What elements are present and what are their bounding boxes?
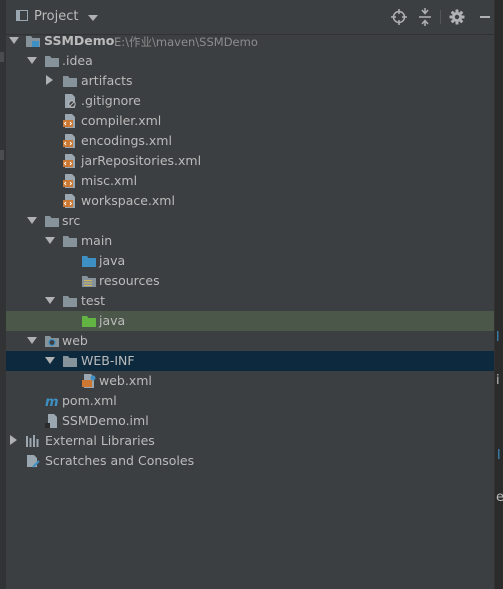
- tree-node-compiler-xml[interactable]: compiler.xml: [6, 111, 494, 131]
- web-xml-file-icon: [82, 374, 96, 388]
- expand-arrow-icon[interactable]: [45, 237, 55, 244]
- tree-node-label: test: [81, 293, 106, 308]
- xml-file-icon: [63, 194, 75, 208]
- tree-node-scratches[interactable]: Scratches and Consoles: [6, 451, 494, 471]
- tree-node-label: .gitignore: [81, 93, 141, 108]
- xml-file-icon: [63, 154, 75, 168]
- tree-node-label: workspace.xml: [81, 193, 175, 208]
- editor-fragment: i: [496, 373, 500, 388]
- folder-icon: [63, 236, 77, 247]
- folder-icon: [45, 56, 59, 67]
- library-icon: [26, 435, 39, 447]
- tree-node-label: main: [81, 233, 113, 248]
- tree-node-src[interactable]: src: [6, 211, 494, 231]
- tree-node-main[interactable]: main: [6, 231, 494, 251]
- maven-icon: m: [45, 395, 59, 408]
- xml-file-icon: [63, 134, 75, 148]
- strip-marker: [0, 150, 4, 160]
- tree-node-ssmdemo[interactable]: SSMDemo E:\作业\maven\SSMDemo: [6, 31, 494, 51]
- strip-marker: [0, 52, 4, 62]
- editor-fragment: l: [497, 448, 501, 463]
- tree-node-label: WEB-INF: [81, 353, 135, 368]
- tree-node-label: web: [62, 333, 88, 348]
- tree-node-ssmdemo-iml[interactable]: SSMDemo.iml: [6, 411, 494, 431]
- tree-node-label: External Libraries: [45, 433, 155, 448]
- project-path: E:\作业\maven\SSMDemo: [114, 35, 258, 49]
- tree-node-label: jarRepositories.xml: [81, 153, 202, 168]
- tree-node-label: java: [99, 253, 126, 268]
- tree-node-label: pom.xml: [62, 393, 117, 408]
- tree-node-label: SSMDemo.iml: [62, 413, 149, 428]
- tree-node-pom-xml[interactable]: m pom.xml: [6, 391, 494, 411]
- tree-node-encodings-xml[interactable]: encodings.xml: [6, 131, 494, 151]
- minimize-icon[interactable]: [476, 8, 494, 26]
- collapse-arrow-icon[interactable]: [10, 435, 17, 445]
- tree-node-resources[interactable]: resources: [6, 271, 494, 291]
- editor-edge: l i l e: [494, 0, 503, 589]
- tree-node-web[interactable]: web: [6, 331, 494, 351]
- tree-node-label: .idea: [62, 53, 93, 68]
- tree-node-label: artifacts: [81, 73, 133, 88]
- tree-node-gitignore[interactable]: .gitignore: [6, 91, 494, 111]
- gear-icon[interactable]: [448, 8, 466, 26]
- tree-node-main-java[interactable]: java: [6, 251, 494, 271]
- ignore-file-icon: [65, 94, 76, 108]
- tree-node-artifacts[interactable]: artifacts: [6, 71, 494, 91]
- expand-arrow-icon[interactable]: [9, 37, 19, 44]
- folder-icon: [63, 296, 77, 307]
- project-toolwindow-header: Project: [6, 0, 494, 35]
- scratches-icon: [27, 455, 40, 468]
- header-separator: [440, 10, 441, 24]
- web-folder-icon: [45, 336, 59, 347]
- chevron-down-icon[interactable]: [88, 15, 98, 21]
- svg-text:m: m: [45, 395, 59, 408]
- tree-node-label: web.xml: [99, 373, 152, 388]
- folder-icon: [63, 76, 77, 87]
- expand-arrow-icon[interactable]: [27, 217, 37, 224]
- tree-node-label: encodings.xml: [81, 133, 172, 148]
- tree-node-web-inf[interactable]: WEB-INF: [6, 351, 494, 371]
- locate-file-icon[interactable]: [390, 8, 408, 26]
- tree-node-external-libraries[interactable]: External Libraries: [6, 431, 494, 451]
- tree-node-test-java[interactable]: java: [6, 311, 494, 331]
- expand-arrow-icon[interactable]: [27, 57, 37, 64]
- folder-icon: [63, 356, 77, 367]
- expand-arrow-icon[interactable]: [45, 357, 55, 364]
- editor-fragment: l: [496, 330, 500, 345]
- expand-arrow-icon[interactable]: [27, 337, 37, 344]
- tree-node-misc-xml[interactable]: misc.xml: [6, 171, 494, 191]
- tree-node-label: resources: [99, 273, 160, 288]
- tree-node-label: SSMDemo: [44, 33, 115, 48]
- module-file-icon: [45, 414, 57, 428]
- tree-node-label: java: [99, 313, 126, 328]
- xml-file-icon: [63, 114, 75, 128]
- collapse-arrow-icon[interactable]: [46, 75, 53, 85]
- tree-node-label: Scratches and Consoles: [45, 453, 195, 468]
- xml-file-icon: [63, 174, 75, 188]
- folder-icon: [45, 216, 59, 227]
- tree-node-label: compiler.xml: [81, 113, 162, 128]
- collapse-all-icon[interactable]: [416, 8, 434, 26]
- tree-node-jarrepositories-xml[interactable]: jarRepositories.xml: [6, 151, 494, 171]
- expand-arrow-icon[interactable]: [45, 297, 55, 304]
- tree-node-test[interactable]: test: [6, 291, 494, 311]
- editor-fragment: e: [496, 490, 503, 505]
- module-folder-icon: [26, 36, 40, 47]
- project-view-icon: [16, 10, 28, 21]
- tree-node-workspace-xml[interactable]: workspace.xml: [6, 191, 494, 211]
- tree-node-label: misc.xml: [81, 173, 138, 188]
- resources-folder-icon: [82, 276, 96, 287]
- tree-node-idea[interactable]: .idea: [6, 51, 494, 71]
- source-folder-icon: [82, 256, 96, 267]
- tree-node-web-xml[interactable]: web.xml: [6, 371, 494, 391]
- tree-node-label: src: [62, 213, 81, 228]
- test-source-folder-icon: [82, 316, 96, 327]
- view-selector-title[interactable]: Project: [34, 9, 78, 24]
